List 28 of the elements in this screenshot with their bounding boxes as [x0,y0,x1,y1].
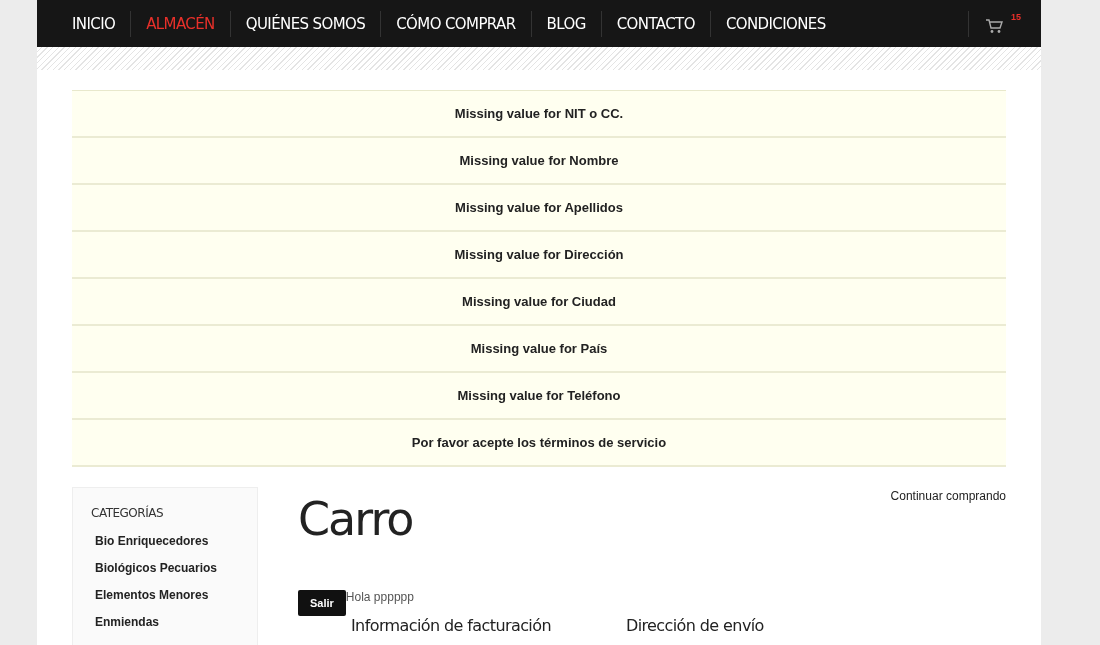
nav-link[interactable]: BLOG [531,14,601,33]
billing-heading: Información de facturación [351,616,551,635]
greeting-text: Hola pppppp [345,590,414,604]
nav-link[interactable]: QUIÉNES SOMOS [230,14,381,33]
continue-shopping-link[interactable]: Continuar comprando [890,489,1006,503]
logout-button[interactable]: Salir [298,590,346,616]
category-link[interactable]: Elementos Menores [95,588,257,602]
page-title: Carro [298,492,413,546]
nav-link[interactable]: CONDICIONES [710,14,841,33]
error-message: Missing value for Nombre [72,138,1006,185]
category-link[interactable]: Enmiendas [95,615,257,629]
error-message: Missing value for Apellidos [72,185,1006,232]
nav-link[interactable]: INICIO [57,14,131,33]
error-message: Missing value for Teléfono [72,373,1006,420]
category-link[interactable]: Biológicos Pecuarios [95,561,257,575]
error-message: Missing value for Dirección [72,232,1006,279]
error-message: Missing value for Ciudad [72,279,1006,326]
category-link[interactable]: Bio Enriquecedores [95,534,257,548]
shipping-heading: Dirección de envío [625,616,764,635]
sidebar-title: CATEGORÍAS [91,506,164,520]
error-message: Missing value for NIT o CC. [72,91,1006,138]
nav-link[interactable]: ALMACÉN [131,14,230,33]
error-message: Por favor acepte los términos de servicio [72,420,1006,467]
nav-link[interactable]: CÓMO COMPRAR [381,14,531,33]
error-message: Missing value for País [72,326,1006,373]
nav-link[interactable]: CONTACTO [601,14,710,33]
cart-icon[interactable] [985,17,1003,34]
cart-count: 15 [1011,12,1021,22]
